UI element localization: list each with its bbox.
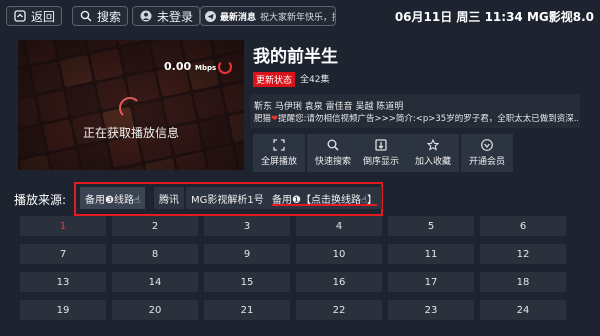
episode-button[interactable]: 5	[388, 216, 474, 236]
video-title: 我的前半生	[253, 47, 338, 67]
episode-button[interactable]: 19	[20, 300, 106, 320]
back-label: 返回	[31, 9, 56, 24]
vip-label: 开通会员	[468, 157, 505, 167]
source-chip-tencent[interactable]: 腾讯	[154, 187, 184, 209]
fullscreen-icon	[273, 139, 285, 151]
episode-button[interactable]: 12	[480, 244, 566, 264]
update-status-badge: 更新状态	[253, 72, 296, 87]
source-chip-backup3[interactable]: 备用❸线路☝	[80, 187, 146, 209]
episode-button[interactable]: 23	[388, 300, 474, 320]
loading-spinner-icon	[119, 97, 141, 119]
episode-button[interactable]: 21	[204, 300, 290, 320]
episode-button[interactable]: 22	[296, 300, 382, 320]
news-ticker[interactable]: 最新消息 祝大家新年快乐，接口(	[200, 6, 336, 26]
speed-unit: Mbps	[194, 64, 217, 72]
login-button[interactable]: 未登录	[132, 6, 201, 26]
episode-button[interactable]: 6	[480, 216, 566, 236]
back-button[interactable]: 返回	[6, 6, 63, 26]
quick-search-label: 快速搜索	[314, 157, 351, 167]
add-favorite-label: 加入收藏	[414, 157, 451, 167]
sort-icon	[375, 139, 387, 151]
episode-count: 全42集	[300, 75, 330, 85]
home-icon	[13, 9, 27, 23]
news-label: 最新消息	[220, 12, 257, 23]
episode-button[interactable]: 15	[204, 272, 290, 292]
search-button[interactable]: 搜索	[72, 6, 129, 26]
star-icon	[427, 139, 439, 151]
episode-button[interactable]: 10	[296, 244, 382, 264]
search-label: 搜索	[97, 9, 122, 24]
episode-button[interactable]: 9	[204, 244, 290, 264]
episode-button[interactable]: 2	[112, 216, 198, 236]
user-icon	[139, 9, 153, 23]
episode-button[interactable]: 7	[20, 244, 106, 264]
reverse-order-button[interactable]: 倒序显示	[355, 134, 407, 172]
episode-button[interactable]: 17	[388, 272, 474, 292]
episode-button[interactable]: 8	[112, 244, 198, 264]
search-icon	[79, 9, 93, 23]
source-label: 播放来源:	[14, 193, 67, 207]
description: 肥猫❤提醒您:请勿相信视频广告>>>简介:<p>35岁的罗子君，全职太太已做到资…	[254, 112, 578, 124]
status-datetime-app: 06月11日 周三 11:34 MG影视8.0	[394, 10, 594, 24]
add-favorite-button[interactable]: 加入收藏	[407, 134, 459, 172]
speed-value: 0.00	[164, 60, 192, 73]
source-chip-backup1-label: 备用❶【点击换线路☝】	[272, 194, 378, 206]
vip-icon	[481, 139, 493, 151]
news-text: 祝大家新年快乐，接口(	[260, 12, 335, 23]
loading-text: 正在获取播放信息	[82, 126, 179, 140]
source-chip-backup1[interactable]: 备用❶【点击换线路☝】	[267, 187, 383, 209]
cast-list: 靳东 马伊琍 袁泉 雷佳音 吴越 陈道明	[254, 102, 404, 112]
desc-prefix: 肥猫	[254, 114, 272, 124]
episode-button[interactable]: 18	[480, 272, 566, 292]
episode-button[interactable]: 16	[296, 272, 382, 292]
desc-text: 提醒您:请勿相信视频广告>>>简介:<p>35岁的罗子君，全职太太已做到资深..…	[278, 114, 578, 124]
episode-button[interactable]: 13	[20, 272, 106, 292]
episode-button[interactable]: 11	[388, 244, 474, 264]
source-chip-mg-parse1[interactable]: MG影视解析1号	[186, 187, 269, 209]
fullscreen-button[interactable]: 全屏播放	[253, 134, 305, 172]
episode-button[interactable]: 4	[296, 216, 382, 236]
buffering-icon	[218, 60, 232, 74]
reverse-order-label: 倒序显示	[362, 157, 399, 167]
episode-button[interactable]: 1	[20, 216, 106, 236]
vip-button[interactable]: 开通会员	[461, 134, 513, 172]
send-icon	[205, 7, 216, 25]
quick-search-button[interactable]: 快速搜索	[307, 134, 359, 172]
network-speed: 0.00 Mbps	[164, 60, 216, 73]
episode-button[interactable]: 14	[112, 272, 198, 292]
search-icon	[327, 139, 339, 151]
episode-button[interactable]: 24	[480, 300, 566, 320]
fullscreen-label: 全屏播放	[260, 157, 297, 167]
episode-button[interactable]: 20	[112, 300, 198, 320]
login-label: 未登录	[157, 9, 194, 24]
episode-button[interactable]: 3	[204, 216, 290, 236]
